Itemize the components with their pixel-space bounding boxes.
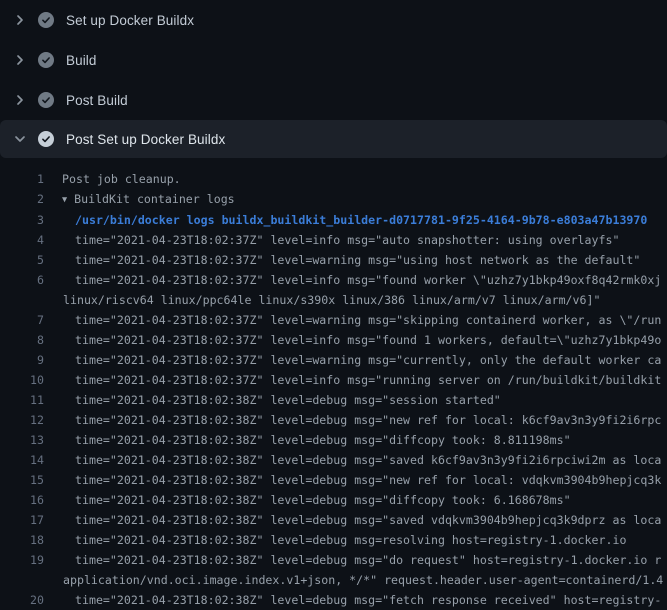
log-line: 2 ▼BuildKit container logs <box>0 189 667 210</box>
step-label: Post Set up Docker Buildx <box>66 132 225 147</box>
log-line: 12 time="2021-04-23T18:02:38Z" level=deb… <box>0 410 667 430</box>
line-number[interactable]: 5 <box>0 250 44 270</box>
chevron-right-icon <box>12 52 28 68</box>
step-row-post-build[interactable]: Post Build <box>0 80 667 120</box>
log-line-text: time="2021-04-23T18:02:37Z" level=info m… <box>75 370 661 390</box>
log-line: 18 time="2021-04-23T18:02:38Z" level=deb… <box>0 530 667 550</box>
log-line: 13 time="2021-04-23T18:02:38Z" level=deb… <box>0 430 667 450</box>
log-line: 20 time="2021-04-23T18:02:38Z" level=deb… <box>0 590 667 610</box>
line-number[interactable]: 13 <box>0 430 44 450</box>
line-number[interactable]: 12 <box>0 410 44 430</box>
log-line: 16 time="2021-04-23T18:02:38Z" level=deb… <box>0 490 667 510</box>
check-circle-icon <box>38 131 54 147</box>
step-label: Build <box>66 53 97 68</box>
check-circle-icon <box>38 92 54 108</box>
line-number[interactable]: 8 <box>0 330 44 350</box>
log-lines: 1 Post job cleanup. 2 ▼BuildKit containe… <box>0 158 667 610</box>
log-line: 4 time="2021-04-23T18:02:37Z" level=info… <box>0 230 667 250</box>
log-line: 11 time="2021-04-23T18:02:38Z" level=deb… <box>0 390 667 410</box>
log-line-text: time="2021-04-23T18:02:38Z" level=debug … <box>75 470 661 490</box>
line-number[interactable]: 11 <box>0 390 44 410</box>
chevron-down-icon <box>12 131 28 147</box>
log-line-text: time="2021-04-23T18:02:37Z" level=warnin… <box>75 310 661 330</box>
log-line-text: time="2021-04-23T18:02:38Z" level=debug … <box>75 450 661 470</box>
log-line: 19 time="2021-04-23T18:02:38Z" level=deb… <box>0 550 667 590</box>
log-line-text: time="2021-04-23T18:02:38Z" level=debug … <box>75 590 661 610</box>
log-line-text: time="2021-04-23T18:02:37Z" level=info m… <box>75 330 661 350</box>
line-number[interactable]: 6 <box>0 270 44 290</box>
log-line-text: time="2021-04-23T18:02:38Z" level=debug … <box>75 430 571 450</box>
step-row-build[interactable]: Build <box>0 40 667 80</box>
log-line: 1 Post job cleanup. <box>0 169 667 189</box>
check-circle-icon <box>38 12 54 28</box>
log-line-text: time="2021-04-23T18:02:37Z" level=warnin… <box>75 350 661 370</box>
log-line-text: time="2021-04-23T18:02:38Z" level=debug … <box>75 390 501 410</box>
log-line-text: time="2021-04-23T18:02:37Z" level=warnin… <box>75 250 640 270</box>
line-number[interactable]: 7 <box>0 310 44 330</box>
line-number[interactable]: 4 <box>0 230 44 250</box>
log-line-text: time="2021-04-23T18:02:37Z" level=info m… <box>75 270 661 310</box>
log-line: 9 time="2021-04-23T18:02:37Z" level=warn… <box>0 350 667 370</box>
line-number[interactable]: 19 <box>0 550 44 570</box>
line-number[interactable]: 3 <box>0 210 44 230</box>
command-line-text: /usr/bin/docker logs buildx_buildkit_bui… <box>75 210 647 230</box>
log-line: 5 time="2021-04-23T18:02:37Z" level=warn… <box>0 250 667 270</box>
log-line: 7 time="2021-04-23T18:02:37Z" level=warn… <box>0 310 667 330</box>
chevron-right-icon <box>12 12 28 28</box>
line-number[interactable]: 10 <box>0 370 44 390</box>
log-line-continuation: linux/riscv64 linux/ppc64le linux/s390x … <box>63 290 661 310</box>
log-line-text: time="2021-04-23T18:02:38Z" level=debug … <box>75 510 661 530</box>
log-line: 17 time="2021-04-23T18:02:38Z" level=deb… <box>0 510 667 530</box>
log-line-text: time="2021-04-23T18:02:38Z" level=debug … <box>75 550 663 590</box>
log-line: 8 time="2021-04-23T18:02:37Z" level=info… <box>0 330 667 350</box>
log-line-text: time="2021-04-23T18:02:38Z" level=debug … <box>75 530 626 550</box>
line-number[interactable]: 16 <box>0 490 44 510</box>
line-number[interactable]: 1 <box>0 169 44 189</box>
log-line: 10 time="2021-04-23T18:02:37Z" level=inf… <box>0 370 667 390</box>
check-circle-icon <box>38 52 54 68</box>
log-group-toggle[interactable]: ▼BuildKit container logs <box>62 189 235 210</box>
disclosure-triangle-icon[interactable]: ▼ <box>62 190 67 210</box>
step-row-post-set-up-docker-buildx[interactable]: Post Set up Docker Buildx <box>0 120 667 158</box>
line-number[interactable]: 14 <box>0 450 44 470</box>
line-number[interactable]: 15 <box>0 470 44 490</box>
chevron-right-icon <box>12 92 28 108</box>
line-number[interactable]: 9 <box>0 350 44 370</box>
log-line: 15 time="2021-04-23T18:02:38Z" level=deb… <box>0 470 667 490</box>
steps-list: Set up Docker Buildx Build P <box>0 0 667 158</box>
log-line-text: time="2021-04-23T18:02:38Z" level=debug … <box>75 490 571 510</box>
line-number[interactable]: 18 <box>0 530 44 550</box>
line-number[interactable]: 2 <box>0 189 44 209</box>
step-row-set-up-docker-buildx[interactable]: Set up Docker Buildx <box>0 0 667 40</box>
log-line-text: time="2021-04-23T18:02:38Z" level=debug … <box>75 410 661 430</box>
log-line: 6 time="2021-04-23T18:02:37Z" level=info… <box>0 270 667 310</box>
log-line-continuation: application/vnd.oci.image.index.v1+json,… <box>63 570 663 590</box>
log-line: 14 time="2021-04-23T18:02:38Z" level=deb… <box>0 450 667 470</box>
step-label: Post Build <box>66 93 128 108</box>
line-number[interactable]: 17 <box>0 510 44 530</box>
log-line-text: Post job cleanup. <box>62 169 181 189</box>
log-line-text: time="2021-04-23T18:02:37Z" level=info m… <box>75 230 619 250</box>
log-line: 3 /usr/bin/docker logs buildx_buildkit_b… <box>0 210 667 230</box>
step-label: Set up Docker Buildx <box>66 13 194 28</box>
line-number[interactable]: 20 <box>0 590 44 610</box>
